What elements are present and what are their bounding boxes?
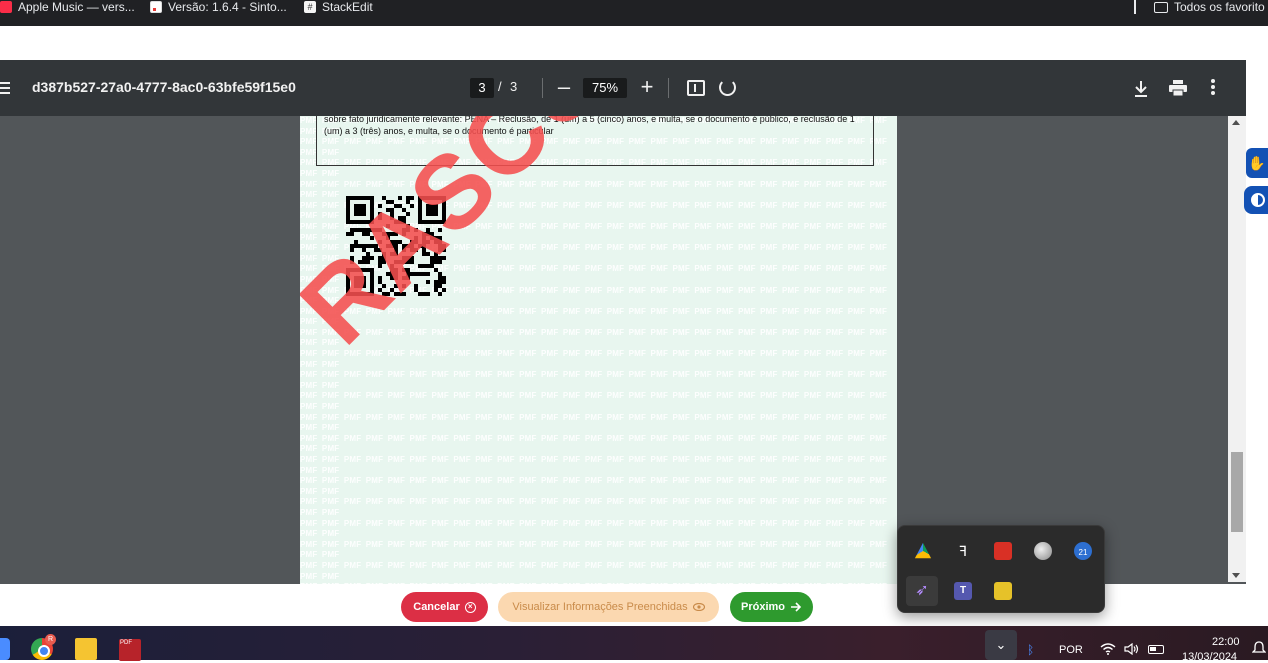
- fit-page-icon[interactable]: [687, 80, 705, 96]
- next-button[interactable]: Próximo: [730, 592, 813, 622]
- bookmark-label: Versão: 1.6.4 - Sinto...: [168, 0, 287, 14]
- battery-icon[interactable]: [1148, 645, 1164, 654]
- pdf-app-icon[interactable]: PDF: [119, 639, 141, 661]
- view-filled-label: Visualizar Informações Preenchidas: [512, 601, 688, 613]
- apple-music-icon: [0, 1, 12, 13]
- tray-overflow-popup: ꟻ 21 ➶ T: [897, 525, 1105, 613]
- screen-recorder-icon[interactable]: [994, 542, 1012, 560]
- teams-icon[interactable]: T: [954, 582, 972, 600]
- folder-icon: [1154, 1, 1168, 13]
- rotate-icon[interactable]: [719, 79, 736, 96]
- page-number-input[interactable]: 3: [470, 78, 494, 98]
- bookmarks-divider: [1134, 0, 1136, 14]
- view-filled-info-button[interactable]: Visualizar Informações Preenchidas: [498, 592, 719, 622]
- page-header-area: [0, 26, 1246, 60]
- toolbar-divider: [668, 78, 669, 98]
- bookmark-versao[interactable]: Versão: 1.6.4 - Sinto...: [150, 0, 287, 14]
- next-label: Próximo: [740, 601, 785, 613]
- file-explorer-icon[interactable]: [75, 638, 97, 660]
- bookmarks-bar: Apple Music — vers... Versão: 1.6.4 - Si…: [0, 0, 1268, 26]
- all-bookmarks-label: Todos os favorito: [1174, 0, 1265, 14]
- close-circle-icon: ×: [464, 601, 476, 613]
- input-language[interactable]: POR: [1059, 644, 1083, 656]
- document-title: d387b527-27a0-4777-8ac0-63bfe59f15e0: [32, 79, 296, 95]
- globe-icon[interactable]: [1034, 542, 1052, 560]
- arrow-right-icon: [791, 602, 802, 612]
- chevron-down-icon[interactable]: ⌄: [985, 630, 1017, 660]
- bookmark-label: Apple Music — vers...: [18, 0, 135, 14]
- cancel-label: Cancelar: [413, 601, 460, 613]
- notification-bell-icon[interactable]: [1252, 641, 1266, 655]
- bookmark-stackedit[interactable]: # StackEdit: [304, 0, 373, 14]
- accessibility-hands-icon[interactable]: ✋: [1246, 148, 1268, 178]
- total-pages: 3: [510, 79, 518, 94]
- page-icon: [150, 1, 162, 13]
- zoom-out-button[interactable]: –: [556, 74, 572, 102]
- contrast-toggle-icon[interactable]: [1244, 186, 1268, 214]
- volume-icon[interactable]: [1124, 643, 1140, 655]
- cancel-button[interactable]: Cancelar ×: [401, 592, 488, 622]
- feather-icon[interactable]: ➶: [906, 576, 938, 606]
- wifi-icon[interactable]: [1100, 643, 1116, 655]
- bookmark-label: StackEdit: [322, 0, 373, 14]
- pdf-toolbar: d387b527-27a0-4777-8ac0-63bfe59f15e0 3 /…: [0, 60, 1246, 116]
- toolbar-divider: [542, 78, 543, 98]
- clock-date[interactable]: 13/03/2024: [1182, 651, 1237, 663]
- scroll-up-arrow-icon[interactable]: [1232, 120, 1240, 125]
- chrome-profile-badge: R: [45, 634, 56, 645]
- taskbar-app-icon[interactable]: [0, 638, 10, 660]
- vpn-lock-icon[interactable]: [994, 582, 1012, 600]
- page-scrollbar[interactable]: [1228, 116, 1246, 582]
- zoom-level-input[interactable]: 75%: [583, 78, 627, 98]
- stackedit-icon: #: [304, 1, 316, 13]
- zoom-in-button[interactable]: +: [638, 74, 656, 102]
- bluetooth-icon[interactable]: ᛒ: [1027, 643, 1039, 657]
- clock-time[interactable]: 22:00: [1212, 636, 1240, 648]
- scroll-down-arrow-icon[interactable]: [1232, 573, 1240, 578]
- pdf-viewer: d387b527-27a0-4777-8ac0-63bfe59f15e0 3 /…: [0, 60, 1246, 584]
- page-right-margin: [1246, 26, 1268, 586]
- more-options-icon[interactable]: [1210, 79, 1216, 97]
- scroll-thumb[interactable]: [1231, 452, 1243, 532]
- download-icon[interactable]: [1133, 80, 1149, 98]
- eye-icon: [692, 603, 705, 611]
- bookmark-apple-music[interactable]: Apple Music — vers...: [0, 0, 135, 14]
- google-drive-icon[interactable]: [914, 542, 932, 559]
- print-icon[interactable]: [1169, 80, 1187, 96]
- page-separator: /: [498, 79, 502, 94]
- pdf-page: PMF PMF PMF PMF PMF PMF PMF PMF PMF PMF …: [300, 116, 897, 584]
- menu-icon[interactable]: [0, 82, 10, 94]
- figma-icon[interactable]: ꟻ: [954, 542, 972, 560]
- all-bookmarks-folder[interactable]: Todos os favorito: [1154, 0, 1265, 14]
- notification-count-icon[interactable]: 21: [1074, 542, 1092, 560]
